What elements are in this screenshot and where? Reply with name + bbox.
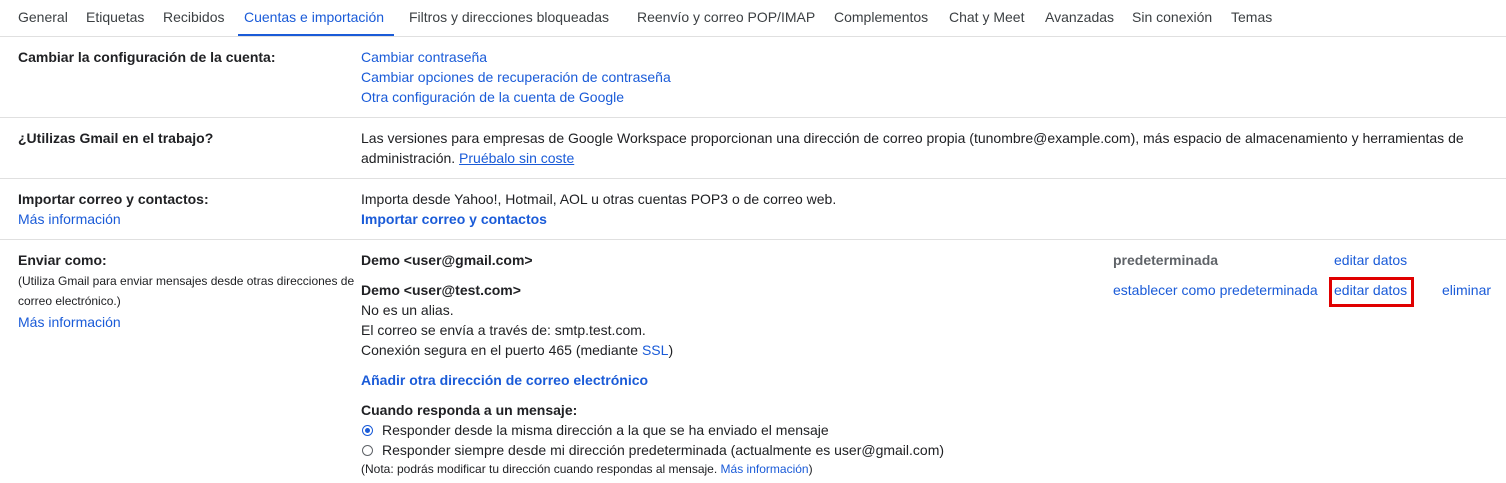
tab-general[interactable]: General [18,9,68,25]
send-as-note-line2: correo electrónico.) [18,294,121,308]
account-settings-label: Cambiar la configuración de la cuenta: [18,49,276,65]
make-default-link[interactable]: establecer como predeterminada [1113,282,1318,298]
reply-default-address-label[interactable]: Responder siempre desde mi dirección pre… [382,442,944,458]
tab-filtros[interactable]: Filtros y direcciones bloqueadas [409,9,609,25]
tab-avanzadas[interactable]: Avanzadas [1045,9,1114,25]
reply-same-address-radio[interactable] [362,425,373,436]
delete-link[interactable]: eliminar [1442,282,1491,298]
send-as-account-gmail: Demo <user@gmail.com> [361,252,533,268]
work-label: ¿Utilizas Gmail en el trabajo? [18,130,214,146]
ssl-link[interactable]: SSL [642,342,668,358]
change-password-link[interactable]: Cambiar contraseña [361,49,487,65]
divider [0,117,1506,118]
divider [0,178,1506,179]
recovery-options-link[interactable]: Cambiar opciones de recuperación de cont… [361,69,671,85]
try-workspace-link[interactable]: Pruébalo sin coste [459,150,574,166]
tab-recibidos[interactable]: Recibidos [163,9,224,25]
alias-status: No es un alias. [361,302,454,318]
reply-note-end: ) [808,462,813,476]
send-as-note: (Utiliza Gmail para enviar mensajes desd… [18,274,355,288]
workspace-description-line2: administración. Pruébalo sin coste [361,150,574,166]
highlight-box [1329,277,1414,307]
workspace-description: Las versiones para empresas de Google Wo… [361,130,1464,146]
settings-tabs: General Etiquetas Recibidos Cuentas e im… [0,0,1506,37]
import-description: Importa desde Yahoo!, Hotmail, AOL u otr… [361,191,837,207]
smtp-server: El correo se envía a través de: smtp.tes… [361,322,646,338]
reply-default-address-radio[interactable] [362,445,373,456]
import-more-info-link[interactable]: Más información [18,211,121,227]
tab-reenvio[interactable]: Reenvío y correo POP/IMAP [637,9,815,25]
tab-cuentas[interactable]: Cuentas e importación [244,9,384,25]
add-email-address-link[interactable]: Añadir otra dirección de correo electrón… [361,372,648,388]
active-tab-indicator [238,34,394,36]
secure-connection-text: Conexión segura en el puerto 465 (median… [361,342,639,358]
send-as-account-test: Demo <user@test.com> [361,282,521,298]
tab-sin-conexion[interactable]: Sin conexión [1132,9,1212,25]
workspace-description-end: administración. [361,150,456,166]
divider [0,239,1506,240]
secure-connection: Conexión segura en el puerto 465 (median… [361,342,673,358]
reply-note: (Nota: podrás modificar tu dirección cua… [361,462,813,476]
google-account-settings-link[interactable]: Otra configuración de la cuenta de Googl… [361,89,624,105]
edit-info-link-gmail[interactable]: editar datos [1334,252,1407,268]
tab-complementos[interactable]: Complementos [834,9,928,25]
send-as-more-info-link[interactable]: Más información [18,314,121,330]
reply-heading: Cuando responda a un mensaje: [361,402,578,418]
tab-etiquetas[interactable]: Etiquetas [86,9,144,25]
send-as-label: Enviar como: [18,252,107,268]
import-label: Importar correo y contactos: [18,191,209,207]
tab-chat[interactable]: Chat y Meet [949,9,1024,25]
secure-connection-end: ) [668,342,674,358]
reply-more-info-link[interactable]: Más información [721,462,809,476]
tab-temas[interactable]: Temas [1231,9,1272,25]
default-status: predeterminada [1113,252,1219,268]
reply-note-text: (Nota: podrás modificar tu dirección cua… [361,462,718,476]
import-mail-contacts-link[interactable]: Importar correo y contactos [361,211,547,227]
reply-same-address-label[interactable]: Responder desde la misma dirección a la … [382,422,829,438]
